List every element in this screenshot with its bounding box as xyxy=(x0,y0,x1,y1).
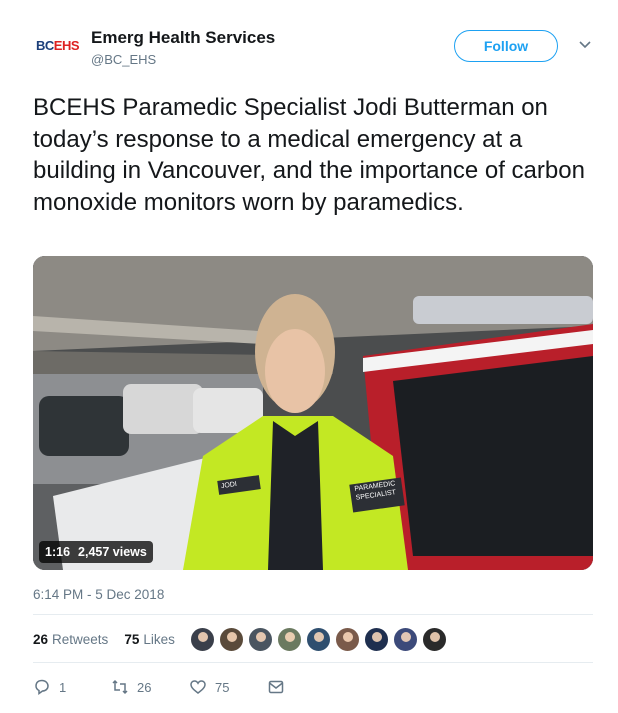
video-player[interactable]: JODI PARAMEDIC SPECIALIST xyxy=(33,256,593,570)
engagement-stats: 26 Retweets 75 Likes xyxy=(33,625,175,653)
liker-avatar[interactable] xyxy=(277,627,302,652)
video-info-badge: 1:16 2,457 views xyxy=(39,541,153,563)
like-count: 75 xyxy=(215,679,230,695)
reply-icon xyxy=(35,679,49,695)
tweet-actions: 1 26 75 xyxy=(33,676,285,698)
logo-text-1: BC xyxy=(36,38,54,53)
chevron-down-icon[interactable] xyxy=(578,38,592,52)
message-action[interactable] xyxy=(267,678,285,696)
envelope-icon xyxy=(268,680,284,694)
liker-avatar[interactable] xyxy=(190,627,215,652)
logo-text-2: EHS xyxy=(53,38,80,53)
heart-icon xyxy=(190,680,206,694)
liker-avatar[interactable] xyxy=(364,627,389,652)
video-thumbnail xyxy=(33,256,593,570)
reply-action[interactable]: 1 xyxy=(33,678,111,696)
retweets-stat[interactable]: 26 Retweets xyxy=(33,632,108,647)
likes-label: Likes xyxy=(143,631,175,647)
retweet-action[interactable]: 26 xyxy=(111,678,189,696)
tweet-text: BCEHS Paramedic Specialist Jodi Butterma… xyxy=(33,94,585,216)
divider-top xyxy=(33,614,593,615)
liker-avatar[interactable] xyxy=(393,627,418,652)
follow-button[interactable]: Follow xyxy=(454,30,558,62)
video-views: 2,457 views xyxy=(78,545,147,559)
account-handle[interactable]: @BC_EHS xyxy=(91,52,156,67)
liker-avatar[interactable] xyxy=(335,627,360,652)
retweet-icon xyxy=(112,679,128,695)
liker-avatar[interactable] xyxy=(219,627,244,652)
account-name[interactable]: Emerg Health Services xyxy=(91,28,275,48)
video-duration: 1:16 xyxy=(45,545,71,559)
liker-avatars xyxy=(190,627,447,652)
account-logo[interactable]: BCEHS xyxy=(36,38,82,58)
likes-count: 75 xyxy=(124,631,140,647)
like-action[interactable]: 75 xyxy=(189,678,267,696)
liker-avatar[interactable] xyxy=(422,627,447,652)
liker-avatar[interactable] xyxy=(306,627,331,652)
retweet-count: 26 xyxy=(137,679,152,695)
retweets-label: Retweets xyxy=(52,631,109,647)
liker-avatar[interactable] xyxy=(248,627,273,652)
tweet-timestamp[interactable]: 6:14 PM - 5 Dec 2018 xyxy=(33,587,164,602)
reply-count: 1 xyxy=(59,679,67,695)
retweets-count: 26 xyxy=(33,631,49,647)
likes-stat[interactable]: 75 Likes xyxy=(124,632,175,647)
divider-bottom xyxy=(33,662,593,663)
tweet-header: BCEHS Emerg Health Services @BC_EHS Foll… xyxy=(0,0,618,80)
